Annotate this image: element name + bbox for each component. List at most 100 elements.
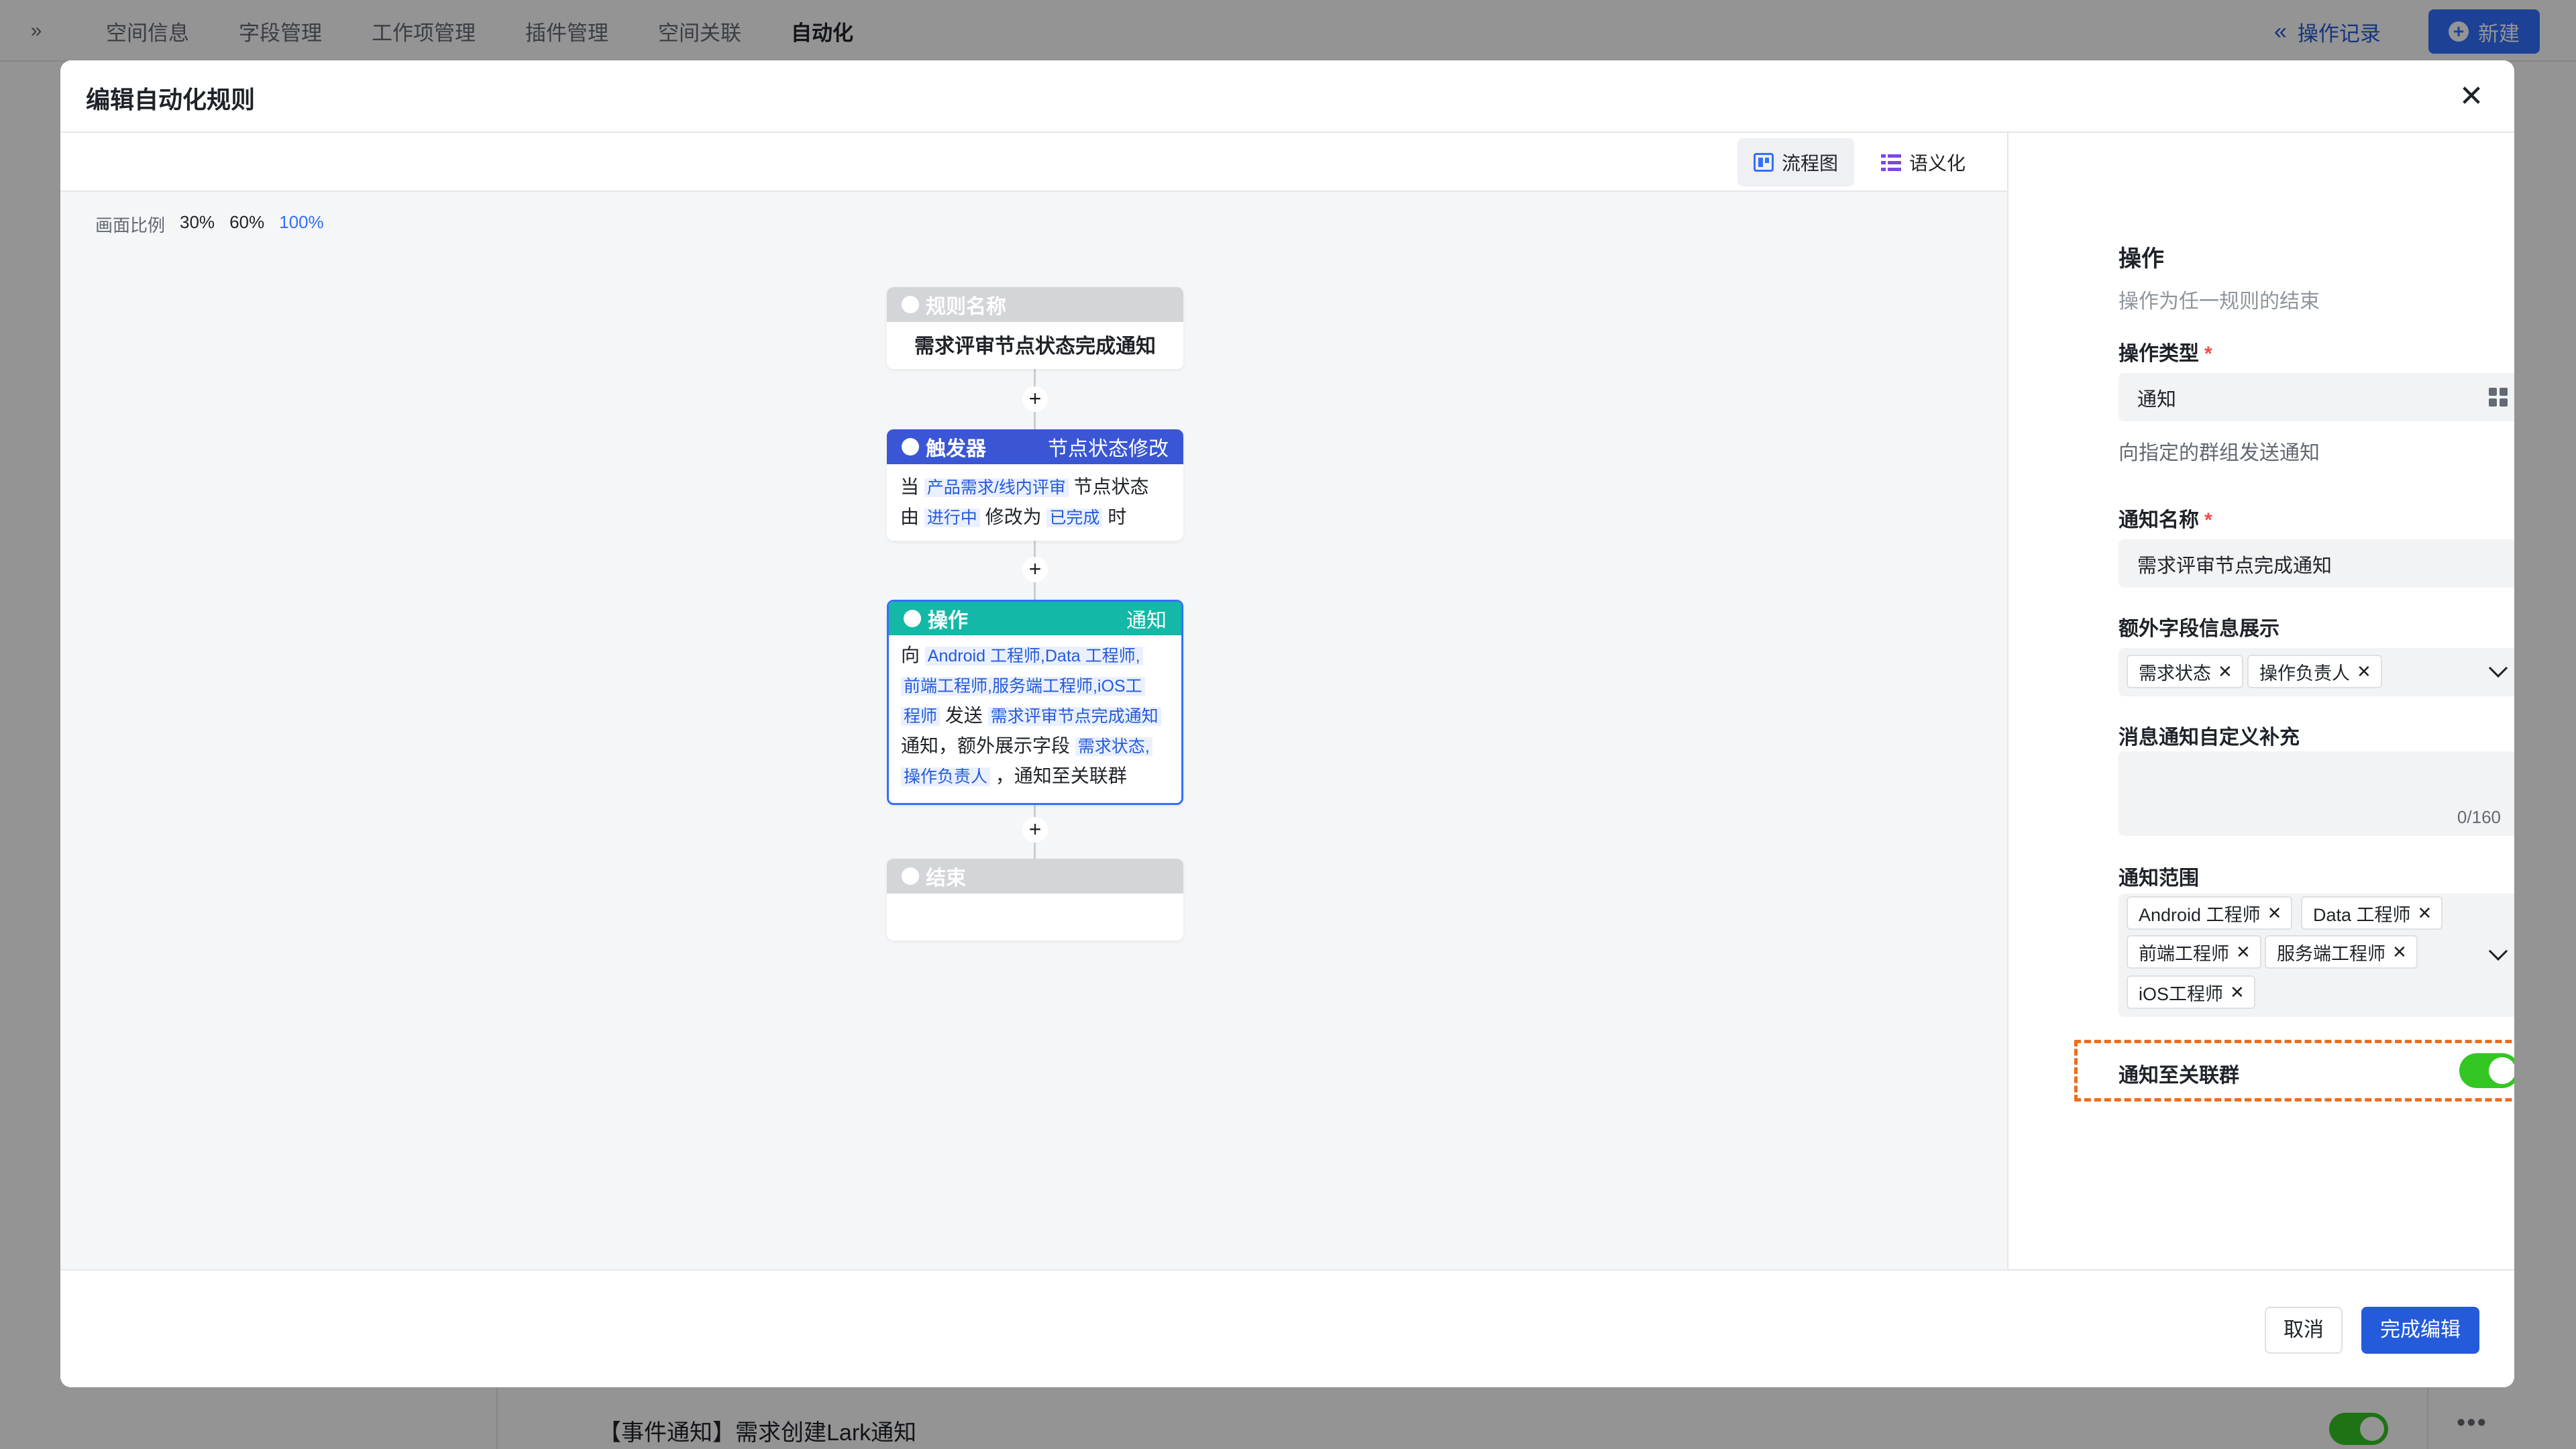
remove-chip-icon[interactable]: ✕ — [2267, 903, 2282, 924]
notice-scope-label: 通知范围 — [2118, 867, 2199, 890]
add-step-button[interactable]: + — [1022, 386, 1048, 412]
add-step-button[interactable]: + — [1022, 557, 1048, 582]
required-mark: * — [2204, 509, 2212, 531]
list-icon — [1881, 153, 1901, 172]
rule-name-text: 需求评审节点状态完成通知 — [914, 335, 1156, 358]
fields-value: 需求状态, — [1075, 737, 1152, 756]
remove-chip-icon[interactable]: ✕ — [2392, 942, 2407, 963]
from-status-value: 进行中 — [924, 508, 980, 527]
end-node[interactable]: 结束 — [887, 859, 1183, 941]
trigger-circle-icon — [902, 438, 919, 455]
node-head-label: 触发器 — [926, 438, 986, 460]
node-header: 规则名称 — [887, 287, 1183, 322]
remove-chip-icon[interactable]: ✕ — [2218, 661, 2233, 682]
trigger-type-tag: 节点状态修改 — [1048, 438, 1169, 460]
view-flowchart-button[interactable]: 流程图 — [1737, 138, 1855, 186]
scope-chip: 服务端工程师 ✕ — [2265, 935, 2418, 969]
notice-scope-select[interactable]: Android 工程师 ✕ Data 工程师 ✕ 前端工程师 ✕ 服务端工程师 ✕ iO… — [2118, 894, 2514, 1017]
text: 向 — [901, 645, 920, 665]
action-config-panel: 操作 操作为任一规则的结束 操作类型 * 通知 向指定的群组发送通知 通知名称 * … — [2010, 133, 2514, 1269]
modal-title: 编辑自动化规则 — [86, 86, 256, 113]
remove-chip-icon[interactable]: ✕ — [2357, 661, 2371, 682]
app-grid-icon[interactable] — [2489, 388, 2508, 407]
custom-message-label: 消息通知自定义补充 — [2118, 727, 2300, 749]
remove-chip-icon[interactable]: ✕ — [2230, 982, 2245, 1003]
play-circle-icon — [902, 296, 919, 313]
sync-group-toggle[interactable] — [2459, 1053, 2514, 1088]
text: 时 — [1108, 506, 1127, 527]
notice-name-input[interactable]: 需求评审节点完成通知 — [2118, 539, 2514, 588]
modal-header: 编辑自动化规则 ✕ — [60, 60, 2514, 133]
node-head-label: 操作 — [928, 610, 968, 632]
action-description: 向 Android 工程师,Data 工程师, 前端工程师,服务端工程师,iOS… — [889, 635, 1181, 797]
node-head-label: 结束 — [926, 867, 966, 890]
view-flowchart-label: 流程图 — [1782, 153, 1839, 174]
to-status-value: 已完成 — [1046, 508, 1103, 527]
chip-label: Data 工程师 — [2313, 904, 2411, 925]
cancel-button[interactable]: 取消 — [2265, 1307, 2343, 1354]
panel-description: 操作为任一规则的结束 — [2118, 290, 2320, 313]
scale-option-60[interactable]: 60% — [229, 212, 264, 237]
add-step-button[interactable]: + — [1022, 817, 1048, 843]
chip-label: 前端工程师 — [2139, 943, 2229, 964]
node-head-label: 规则名称 — [926, 296, 1006, 318]
action-type-value: 通知 — [2137, 389, 2177, 411]
label-text: 操作类型 — [2118, 343, 2199, 365]
custom-message-textarea[interactable]: 0/160 — [2118, 751, 2514, 836]
text: 修改为 — [985, 506, 1042, 527]
scale-option-100[interactable]: 100% — [279, 212, 324, 237]
extra-fields-select[interactable]: 需求状态 ✕ 操作负责人 ✕ — [2118, 648, 2514, 696]
extra-fields-label: 额外字段信息展示 — [2118, 618, 2279, 640]
close-icon[interactable]: ✕ — [2453, 78, 2490, 115]
view-semantic-button[interactable]: 语义化 — [1865, 138, 1982, 186]
rule-name-node[interactable]: 规则名称 需求评审节点状态完成通知 — [887, 287, 1183, 369]
chip-label: Android 工程师 — [2139, 904, 2261, 925]
action-type-hint: 向指定的群组发送通知 — [2118, 442, 2320, 464]
text: 当 — [900, 476, 920, 497]
char-counter: 0/160 — [2457, 807, 2501, 827]
text: 由 — [900, 506, 920, 527]
scope-chip: Data 工程师 ✕ — [2301, 896, 2443, 930]
node-header: 触发器 节点状态修改 — [887, 429, 1183, 464]
chip-label: 需求状态 — [2139, 663, 2211, 684]
modal-footer: 取消 完成编辑 — [60, 1269, 2514, 1387]
targets-value: Android 工程师,Data 工程师, — [924, 647, 1143, 665]
fields-value: 操作负责人 — [901, 767, 991, 786]
text: ，通知至关联群 — [995, 765, 1127, 786]
stop-circle-icon — [902, 867, 919, 885]
extra-field-chip: 需求状态 ✕ — [2127, 655, 2243, 688]
finish-edit-button[interactable]: 完成编辑 — [2361, 1307, 2479, 1354]
zoom-scale-row: 画面比例 30% 60% 100% — [95, 212, 339, 237]
view-semantic-label: 语义化 — [1909, 153, 1966, 174]
scale-label: 画面比例 — [95, 215, 166, 235]
trigger-node[interactable]: 触发器 节点状态修改 当 产品需求/线内评审 节点状态 由 进行中 修改为 已完… — [887, 429, 1183, 541]
action-type-select[interactable]: 通知 — [2118, 373, 2514, 421]
chip-label: iOS工程师 — [2139, 983, 2224, 1004]
panel-title: 操作 — [2118, 246, 2164, 272]
remove-chip-icon[interactable]: ✕ — [2418, 903, 2432, 924]
action-circle-icon — [904, 610, 921, 627]
text: 发送 — [945, 705, 983, 726]
extra-field-chip: 操作负责人 ✕ — [2247, 655, 2382, 688]
flowchart-icon — [1754, 153, 1774, 172]
notice-name-label: 通知名称 * — [2118, 503, 2212, 533]
node-header: 操作 通知 — [889, 602, 1181, 635]
node-value: 产品需求/线内评审 — [924, 478, 1069, 497]
node-header: 结束 — [887, 859, 1183, 894]
flow-canvas[interactable]: 流程图 语义化 画面比例 30% 60% 100% + + + 规则名称 需求评… — [60, 133, 2008, 1269]
edit-automation-modal: 编辑自动化规则 ✕ 流程图 语义化 画面比例 30% 60% 100% + + … — [60, 60, 2514, 1387]
chevron-down-icon[interactable] — [2488, 941, 2508, 961]
text: 节点状态 — [1073, 476, 1149, 497]
remove-chip-icon[interactable]: ✕ — [2236, 942, 2251, 963]
chip-label: 服务端工程师 — [2277, 943, 2385, 964]
canvas-toolbar: 流程图 语义化 — [60, 133, 2007, 192]
action-node[interactable]: 操作 通知 向 Android 工程师,Data 工程师, 前端工程师,服务端工… — [887, 600, 1183, 805]
required-mark: * — [2204, 343, 2212, 365]
action-type-label: 操作类型 * — [2118, 337, 2212, 366]
chevron-down-icon[interactable] — [2488, 658, 2508, 678]
scope-chip: Android 工程师 ✕ — [2127, 896, 2293, 930]
action-type-tag: 通知 — [1126, 610, 1167, 632]
targets-value: 程师 — [901, 707, 941, 726]
text: 通知，额外展示字段 — [901, 735, 1071, 756]
scale-option-30[interactable]: 30% — [180, 212, 215, 237]
